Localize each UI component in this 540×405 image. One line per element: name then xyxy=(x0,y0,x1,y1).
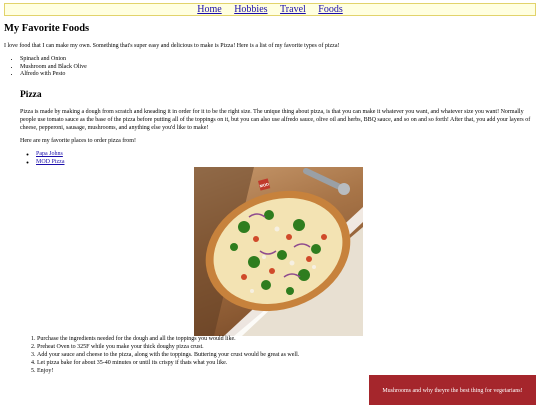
favorite-pizza-list: Spinach and Onion Mushroom and Black Oli… xyxy=(4,56,87,79)
pizza-illustration: MOD xyxy=(194,167,363,336)
section-heading-pizza: Pizza xyxy=(20,90,42,100)
promo-banner[interactable]: Mushrooms and why theyre the best thing … xyxy=(369,375,536,405)
places-intro: Here are my favorite places to order piz… xyxy=(20,138,136,144)
list-item: Mushroom and Black Olive xyxy=(20,64,87,72)
list-item: MOD Pizza xyxy=(36,159,65,167)
intro-text: I love food that I can make my own. Some… xyxy=(4,43,340,49)
nav-link-foods[interactable]: Foods xyxy=(318,4,342,15)
promo-text: Mushrooms and why theyre the best thing … xyxy=(382,388,523,394)
list-item: Papa Johns xyxy=(36,151,65,159)
list-item: Spinach and Onion xyxy=(20,56,87,64)
pizza-steps-list: Purchase the ingredients needed for the … xyxy=(20,335,299,375)
nav-link-home[interactable]: Home xyxy=(197,4,221,15)
pizza-image: MOD xyxy=(194,167,363,336)
list-item: Preheat Oven to 325F while you make your… xyxy=(37,343,299,351)
top-nav: Home Hobbies Travel Foods xyxy=(4,3,536,16)
list-item: Let pizza bake for about 35-40 minutes o… xyxy=(37,359,299,367)
page-title: My Favorite Foods xyxy=(4,23,90,34)
pizza-places-list: Papa Johns MOD Pizza xyxy=(20,151,65,167)
link-papa-johns[interactable]: Papa Johns xyxy=(36,151,63,157)
list-item: Enjoy! xyxy=(37,367,299,375)
list-item: Alfredo with Pesto xyxy=(20,71,87,79)
link-mod-pizza[interactable]: MOD Pizza xyxy=(36,159,65,165)
pizza-description: Pizza is made by making a dough from scr… xyxy=(20,109,531,131)
nav-link-hobbies[interactable]: Hobbies xyxy=(234,4,267,15)
list-item: Add your sauce and cheese to the pizza, … xyxy=(37,351,299,359)
list-item: Purchase the ingredients needed for the … xyxy=(37,335,299,343)
nav-link-travel[interactable]: Travel xyxy=(280,4,306,15)
